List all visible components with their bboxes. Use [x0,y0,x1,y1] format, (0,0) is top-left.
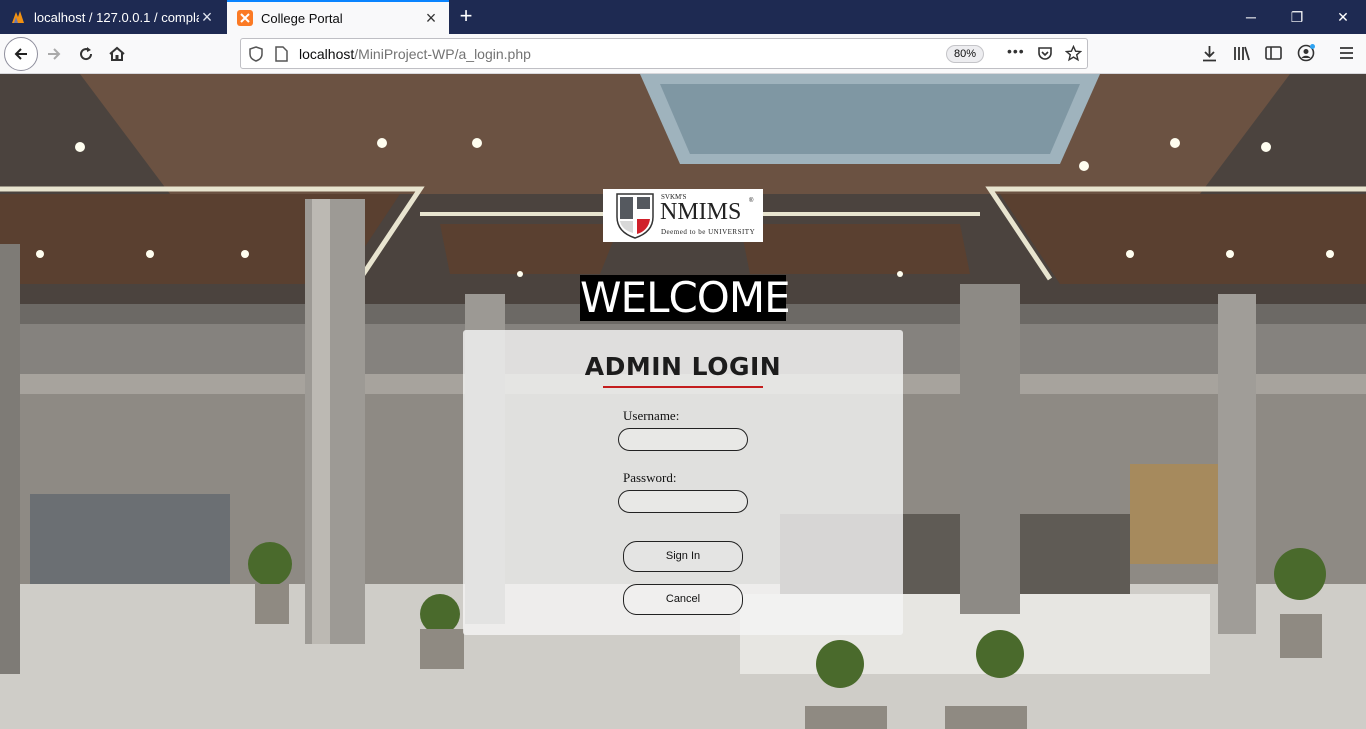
page-info-icon[interactable] [275,46,288,62]
logo-tagline: Deemed to be UNIVERSITY [661,228,756,236]
shield-icon[interactable] [249,46,263,62]
url-host: localhost [299,46,355,62]
username-label: Username: [623,408,680,423]
bookmark-star-icon[interactable] [1065,45,1082,62]
close-tab-icon[interactable]: × [423,9,439,27]
back-button[interactable] [4,37,38,71]
title-underline [603,386,763,388]
tab-label: localhost / 127.0.0.1 / complain [34,9,199,25]
logo-registered: ® [749,198,754,204]
tab-phpmyadmin[interactable]: localhost / 127.0.0.1 / complain × [0,0,225,34]
welcome-heading: WELCOME [580,273,791,322]
sidebar-icon[interactable] [1265,45,1282,61]
library-icon[interactable] [1233,45,1251,62]
home-icon [109,46,125,61]
login-title: ADMIN LOGIN [584,352,782,381]
logo-name: NMIMS [660,199,742,225]
nmims-logo: SVKM'S NMIMS ® Deemed to be UNIVERSITY [603,189,763,242]
tab-label: College Portal [261,10,343,26]
pocket-icon[interactable] [1037,46,1053,62]
url-text[interactable]: localhost/MiniProject-WP/a_login.php [299,46,531,62]
navigation-toolbar: localhost/MiniProject-WP/a_login.php 80%… [0,34,1366,74]
close-window-button[interactable]: ✕ [1320,0,1366,34]
reload-icon [80,47,93,61]
reload-button[interactable] [72,40,100,68]
new-tab-button[interactable]: + [452,4,480,30]
arrow-right-icon [48,48,61,60]
more-actions-icon[interactable]: ••• [1007,43,1025,59]
close-tab-icon[interactable]: × [199,8,215,26]
forward-button[interactable] [40,40,68,68]
password-input[interactable] [618,490,748,513]
url-path: /MiniProject-WP/a_login.php [354,46,531,62]
account-icon[interactable] [1297,44,1315,62]
url-bar[interactable]: localhost/MiniProject-WP/a_login.php 80%… [240,38,1088,69]
xampp-icon [237,10,253,26]
arrow-left-icon [14,48,27,60]
sign-in-button[interactable]: Sign In [623,541,743,572]
minimize-button[interactable]: ─ [1228,0,1274,34]
login-form: ADMIN LOGIN Username: Password: Sign In … [463,330,903,635]
nmims-shield-icon [616,193,654,239]
restore-button[interactable]: ❐ [1274,0,1320,34]
password-label: Password: [623,470,677,485]
download-icon[interactable] [1201,45,1218,62]
cancel-button[interactable]: Cancel [623,584,743,615]
page-content: SVKM'S NMIMS ® Deemed to be UNIVERSITY W… [0,74,1366,729]
phpmyadmin-icon [12,11,24,23]
username-input[interactable] [618,428,748,451]
tab-college-portal[interactable]: College Portal × [227,0,449,34]
menu-icon[interactable] [1338,45,1355,61]
browser-tab-bar: localhost / 127.0.0.1 / complain × Colle… [0,0,1366,34]
home-button[interactable] [103,40,131,68]
zoom-indicator[interactable]: 80% [946,45,984,63]
